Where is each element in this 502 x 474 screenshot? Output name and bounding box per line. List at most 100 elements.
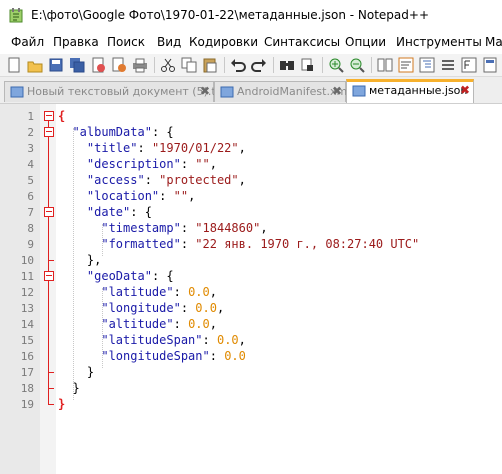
tab-android-manifest[interactable]: AndroidManifest.xml ✖	[214, 81, 350, 102]
code-token: "title"	[86, 141, 138, 155]
menu-settings[interactable]: Опции	[345, 35, 386, 49]
zoom-out-icon[interactable]	[349, 57, 365, 73]
menu-file[interactable]: Файл	[11, 35, 44, 49]
line-number: 17	[20, 366, 34, 379]
zoom-in-icon[interactable]	[328, 57, 344, 73]
toolbar	[0, 54, 502, 77]
tab-label: Новый текстовый документ (5).txt	[27, 85, 227, 98]
code-line: "latitude": 0.0,	[58, 284, 217, 300]
code-token: }	[58, 381, 80, 395]
code-token: "timestamp"	[101, 221, 181, 235]
code-token: ,	[209, 317, 217, 331]
document-icon	[10, 86, 24, 98]
code-token: "albumData"	[72, 125, 152, 139]
tab-metadata-json[interactable]: метаданные.json ✖	[346, 79, 474, 103]
function-list-icon[interactable]	[461, 57, 477, 73]
document-icon	[220, 86, 234, 98]
code-token: : {	[151, 125, 174, 139]
code-token: :	[180, 237, 196, 251]
copy-icon[interactable]	[181, 57, 197, 73]
code-token: :	[173, 317, 189, 331]
print-icon[interactable]	[132, 57, 148, 73]
new-file-icon[interactable]	[6, 57, 22, 73]
code-token: :	[159, 189, 174, 203]
line-number: 15	[20, 334, 34, 347]
fold-line	[48, 217, 49, 261]
code-token: "longitudeSpan"	[101, 349, 210, 363]
menu-edit[interactable]: Правка	[53, 35, 99, 49]
code-token: ,	[188, 189, 196, 203]
line-number: 11	[20, 270, 34, 283]
code-line: "longitudeSpan": 0.0	[58, 348, 246, 364]
menu-tools[interactable]: Инструменты	[396, 35, 482, 49]
fold-line	[48, 281, 49, 373]
code-token: 0.0	[188, 285, 210, 299]
fold-margin	[40, 104, 56, 474]
fold-toggle-icon[interactable]	[44, 127, 54, 137]
code-token: "1970/01/22"	[151, 141, 239, 155]
title-bar[interactable]: E:\фото\Google Фото\1970-01-22\метаданны…	[0, 0, 502, 30]
fold-toggle-icon[interactable]	[44, 111, 54, 121]
menu-search[interactable]: Поиск	[107, 35, 145, 49]
open-file-icon[interactable]	[27, 57, 43, 73]
fold-toggle-icon[interactable]	[44, 271, 54, 281]
line-number: 16	[20, 350, 34, 363]
toolbar-separator	[224, 57, 225, 73]
code-token: "access"	[86, 173, 145, 187]
code-line: "access": "protected",	[58, 172, 246, 188]
sync-scroll-icon[interactable]	[377, 57, 393, 73]
code-token: },	[58, 253, 102, 267]
notepad-plus-plus-logo-icon	[9, 8, 23, 23]
save-all-icon[interactable]	[69, 57, 85, 73]
document-map-icon[interactable]	[482, 57, 498, 73]
window-title: E:\фото\Google Фото\1970-01-22\метаданны…	[31, 8, 429, 22]
paste-icon[interactable]	[202, 57, 218, 73]
undo-icon[interactable]	[230, 57, 246, 73]
menu-language[interactable]: Синтаксисы	[264, 35, 340, 49]
indent-guide-icon[interactable]	[419, 57, 435, 73]
code-token: "1844860"	[195, 221, 261, 235]
close-tab-icon[interactable]: ✖	[459, 84, 471, 96]
code-line: "longitude": 0.0,	[58, 300, 224, 316]
code-token: "description"	[86, 157, 181, 171]
code-token: ,	[238, 141, 246, 155]
code-line: }	[58, 396, 65, 412]
fold-toggle-icon[interactable]	[44, 207, 54, 217]
word-wrap-icon[interactable]	[398, 57, 414, 73]
close-tab-icon[interactable]: ✖	[199, 85, 211, 97]
code-token: "geoData"	[86, 269, 152, 283]
replace-icon[interactable]	[300, 57, 316, 73]
line-number: 6	[27, 190, 34, 203]
code-line: "geoData": {	[58, 268, 174, 284]
code-token: 0.0	[195, 301, 217, 315]
close-icon[interactable]	[90, 57, 106, 73]
code-line: "description": "",	[58, 156, 217, 172]
tab-new-text-document[interactable]: Новый текстовый документ (5).txt ✖	[4, 81, 227, 102]
show-all-icon[interactable]	[440, 57, 456, 73]
menu-macro[interactable]: Ма	[485, 35, 502, 49]
editor-area[interactable]: 1 2 3 4 5 6 7 8 9 10 11 12 13 14 15 16 17 18 19 { "albumDa…	[0, 103, 502, 474]
cut-icon[interactable]	[160, 57, 176, 73]
line-number: 2	[27, 126, 34, 139]
menu-encoding[interactable]: Кодировки	[189, 35, 258, 49]
close-tab-icon[interactable]: ✖	[331, 85, 343, 97]
save-icon[interactable]	[48, 57, 64, 73]
code-line: "date": {	[58, 204, 152, 220]
code-line: "latitudeSpan": 0.0,	[58, 332, 246, 348]
find-icon[interactable]	[279, 57, 295, 73]
menu-view[interactable]: Вид	[157, 35, 181, 49]
document-icon	[352, 85, 366, 97]
redo-icon[interactable]	[251, 57, 267, 73]
close-all-icon[interactable]	[111, 57, 127, 73]
code-token: "formatted"	[101, 237, 181, 251]
code-token: :	[173, 285, 189, 299]
code-token: :	[180, 221, 196, 235]
line-number: 13	[20, 302, 34, 315]
